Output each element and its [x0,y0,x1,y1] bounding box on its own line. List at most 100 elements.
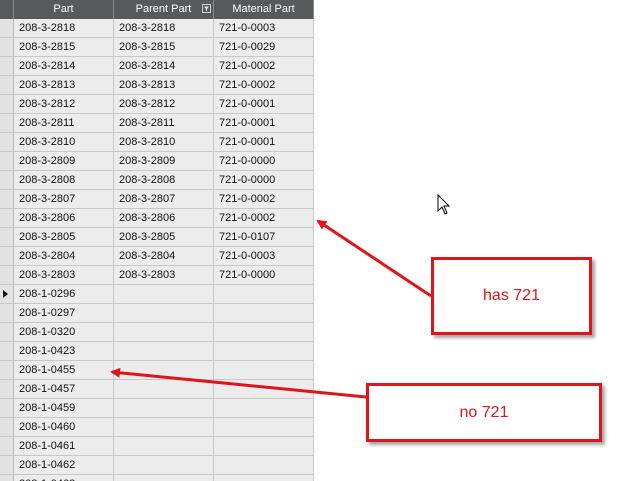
cell-parent-part[interactable]: 208-3-2809 [114,152,214,170]
cell-part[interactable]: 208-3-2804 [14,247,114,265]
row-selector[interactable] [0,152,14,170]
cell-material-part[interactable]: 721-0-0000 [214,171,314,189]
cell-part[interactable]: 208-1-0460 [14,418,114,436]
table-row[interactable]: 208-3-2813 208-3-2813 721-0-0002 [0,76,314,95]
table-row[interactable]: 208-3-2807 208-3-2807 721-0-0002 [0,190,314,209]
row-selector[interactable] [0,171,14,189]
cell-parent-part[interactable]: 208-3-2805 [114,228,214,246]
row-selector[interactable] [0,190,14,208]
cell-part[interactable]: 208-3-2814 [14,57,114,75]
row-selector[interactable] [0,285,14,303]
cell-material-part[interactable]: 721-0-0001 [214,114,314,132]
cell-part[interactable]: 208-3-2818 [14,19,114,37]
cell-parent-part[interactable]: 208-3-2808 [114,171,214,189]
cell-material-part[interactable]: 721-0-0003 [214,19,314,37]
cell-part[interactable]: 208-3-2813 [14,76,114,94]
row-selector[interactable] [0,19,14,37]
table-row[interactable]: 208-3-2814 208-3-2814 721-0-0002 [0,57,314,76]
row-selector[interactable] [0,342,14,360]
table-row[interactable]: 208-3-2810 208-3-2810 721-0-0001 [0,133,314,152]
cell-part[interactable]: 208-1-0459 [14,399,114,417]
table-row[interactable]: 208-1-0457 [0,380,314,399]
cell-part[interactable]: 208-1-0462 [14,456,114,474]
cell-parent-part[interactable]: 208-3-2813 [114,76,214,94]
cell-material-part[interactable] [214,437,314,455]
table-row[interactable]: 208-3-2818 208-3-2818 721-0-0003 [0,19,314,38]
table-row[interactable]: 208-1-0297 [0,304,314,323]
cell-material-part[interactable] [214,456,314,474]
column-header-parent-part[interactable]: Parent Part [114,0,214,19]
cell-part[interactable]: 208-3-2805 [14,228,114,246]
cell-part[interactable]: 208-3-2803 [14,266,114,284]
table-row[interactable]: 208-1-0459 [0,399,314,418]
cell-parent-part[interactable]: 208-3-2804 [114,247,214,265]
cell-material-part[interactable] [214,304,314,322]
table-row[interactable]: 208-1-0460 [0,418,314,437]
table-row[interactable]: 208-1-0461 [0,437,314,456]
cell-material-part[interactable] [214,323,314,341]
cell-parent-part[interactable]: 208-3-2818 [114,19,214,37]
cell-parent-part[interactable] [114,437,214,455]
cell-material-part[interactable] [214,380,314,398]
table-row[interactable]: 208-1-0463 [0,475,314,481]
cell-part[interactable]: 208-1-0423 [14,342,114,360]
row-selector[interactable] [0,399,14,417]
cell-parent-part[interactable]: 208-3-2811 [114,114,214,132]
table-row[interactable]: 208-3-2805 208-3-2805 721-0-0107 [0,228,314,247]
table-row[interactable]: 208-3-2809 208-3-2809 721-0-0000 [0,152,314,171]
cell-part[interactable]: 208-1-0296 [14,285,114,303]
table-row[interactable]: 208-1-0296 [0,285,314,304]
cell-part[interactable]: 208-3-2812 [14,95,114,113]
table-row[interactable]: 208-3-2811 208-3-2811 721-0-0001 [0,114,314,133]
cell-material-part[interactable] [214,342,314,360]
row-selector[interactable] [0,437,14,455]
cell-material-part[interactable]: 721-0-0003 [214,247,314,265]
row-selector[interactable] [0,133,14,151]
row-selector[interactable] [0,380,14,398]
cell-material-part[interactable] [214,361,314,379]
row-selector[interactable] [0,456,14,474]
cell-material-part[interactable]: 721-0-0000 [214,266,314,284]
cell-part[interactable]: 208-1-0297 [14,304,114,322]
cell-material-part[interactable] [214,285,314,303]
cell-parent-part[interactable]: 208-3-2807 [114,190,214,208]
table-row[interactable]: 208-1-0320 [0,323,314,342]
cell-part[interactable]: 208-1-0455 [14,361,114,379]
row-selector[interactable] [0,114,14,132]
cell-parent-part[interactable] [114,418,214,436]
row-selector[interactable] [0,247,14,265]
row-selector[interactable] [0,38,14,56]
cell-part[interactable]: 208-1-0320 [14,323,114,341]
filter-icon[interactable] [202,4,211,13]
cell-parent-part[interactable]: 208-3-2812 [114,95,214,113]
cell-part[interactable]: 208-3-2807 [14,190,114,208]
table-row[interactable]: 208-3-2812 208-3-2812 721-0-0001 [0,95,314,114]
cell-material-part[interactable]: 721-0-0000 [214,152,314,170]
table-row[interactable]: 208-1-0462 [0,456,314,475]
cell-parent-part[interactable]: 208-3-2815 [114,38,214,56]
cell-parent-part[interactable] [114,399,214,417]
cell-parent-part[interactable]: 208-3-2803 [114,266,214,284]
column-header-part[interactable]: Part [14,0,114,19]
row-selector[interactable] [0,323,14,341]
cell-parent-part[interactable] [114,380,214,398]
table-row[interactable]: 208-3-2804 208-3-2804 721-0-0003 [0,247,314,266]
cell-material-part[interactable]: 721-0-0001 [214,133,314,151]
cell-part[interactable]: 208-1-0463 [14,475,114,481]
table-row[interactable]: 208-3-2815 208-3-2815 721-0-0029 [0,38,314,57]
cell-part[interactable]: 208-1-0461 [14,437,114,455]
row-selector[interactable] [0,57,14,75]
cell-material-part[interactable]: 721-0-0002 [214,57,314,75]
cell-part[interactable]: 208-1-0457 [14,380,114,398]
parts-grid[interactable]: Part Parent Part Material Part 208-3-281… [0,0,314,481]
row-selector[interactable] [0,209,14,227]
table-row[interactable]: 208-1-0455 [0,361,314,380]
cell-parent-part[interactable] [114,456,214,474]
table-row[interactable]: 208-3-2803 208-3-2803 721-0-0000 [0,266,314,285]
cell-part[interactable]: 208-3-2811 [14,114,114,132]
cell-material-part[interactable]: 721-0-0002 [214,190,314,208]
cell-material-part[interactable]: 721-0-0002 [214,76,314,94]
cell-material-part[interactable] [214,475,314,481]
cell-material-part[interactable]: 721-0-0001 [214,95,314,113]
cell-part[interactable]: 208-3-2806 [14,209,114,227]
